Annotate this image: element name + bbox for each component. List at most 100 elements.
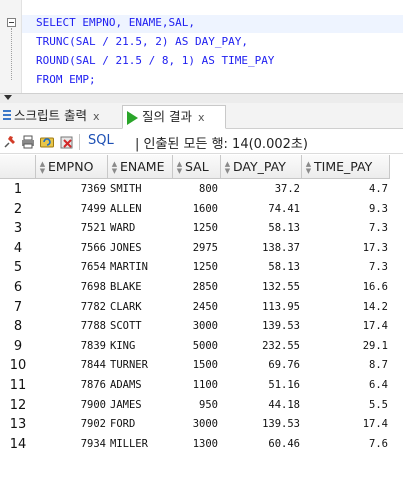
column-header-empno[interactable]: ▲ ▼ EMPNO (36, 155, 108, 179)
cell-day-pay[interactable]: 74.41 (268, 200, 300, 220)
cell-ename[interactable]: KING (110, 337, 135, 357)
column-header-ename[interactable]: ▲ ▼ ENAME (108, 155, 173, 179)
cancel-icon[interactable] (60, 135, 74, 149)
table-row[interactable]: 3 7521 WARD 1250 58.13 7.3 (0, 219, 403, 239)
cell-sal[interactable]: 5000 (193, 337, 218, 357)
cell-ename[interactable]: JONES (110, 239, 142, 259)
cell-sal[interactable]: 1250 (193, 258, 218, 278)
table-row[interactable]: 6 7698 BLAKE 2850 132.55 16.6 (0, 278, 403, 298)
cell-ename[interactable]: MILLER (110, 435, 148, 455)
cell-sal[interactable]: 2975 (193, 239, 218, 259)
cell-day-pay[interactable]: 58.13 (268, 258, 300, 278)
cell-day-pay[interactable]: 69.76 (268, 356, 300, 376)
table-row[interactable]: 9 7839 KING 5000 232.55 29.1 (0, 337, 403, 357)
column-header-sal[interactable]: ▲ ▼ SAL (173, 155, 221, 179)
cell-time-pay[interactable]: 17.3 (363, 239, 388, 259)
cell-ename[interactable]: BLAKE (110, 278, 142, 298)
table-row[interactable]: 11 7876 ADAMS 1100 51.16 6.4 (0, 376, 403, 396)
cell-empno[interactable]: 7521 (81, 219, 106, 239)
cell-empno[interactable]: 7782 (81, 298, 106, 318)
row-number[interactable]: 8 (0, 317, 36, 337)
cell-sal[interactable]: 950 (199, 396, 218, 416)
cell-time-pay[interactable]: 14.2 (363, 298, 388, 318)
cell-ename[interactable]: TURNER (110, 356, 148, 376)
cell-sal[interactable]: 3000 (193, 317, 218, 337)
row-number[interactable]: 6 (0, 278, 36, 298)
cell-day-pay[interactable]: 139.53 (262, 317, 300, 337)
tab-script-output[interactable]: 스크립트 출력 x (0, 105, 121, 129)
cell-ename[interactable]: WARD (110, 219, 135, 239)
row-number[interactable]: 11 (0, 376, 36, 396)
sql-code-line[interactable]: ROUND(SAL / 21.5 / 8, 1) AS TIME_PAY (36, 52, 274, 70)
row-number[interactable]: 12 (0, 396, 36, 416)
sort-icon[interactable]: ▲ ▼ (223, 160, 232, 175)
cell-time-pay[interactable]: 5.5 (369, 396, 388, 416)
cell-sal[interactable]: 2850 (193, 278, 218, 298)
cell-time-pay[interactable]: 16.6 (363, 278, 388, 298)
sql-editor[interactable]: SELECT EMPNO, ENAME,SAL, TRUNC(SAL / 21.5… (0, 0, 403, 93)
row-number[interactable]: 2 (0, 200, 36, 220)
collapse-arrow-icon[interactable] (4, 95, 12, 100)
cell-sal[interactable]: 1500 (193, 356, 218, 376)
cell-empno[interactable]: 7654 (81, 258, 106, 278)
sql-code-line[interactable]: SELECT EMPNO, ENAME,SAL, (36, 14, 195, 32)
cell-day-pay[interactable]: 60.46 (268, 435, 300, 455)
cell-empno[interactable]: 7839 (81, 337, 106, 357)
cell-time-pay[interactable]: 29.1 (363, 337, 388, 357)
cell-time-pay[interactable]: 8.7 (369, 356, 388, 376)
pin-icon[interactable] (3, 135, 17, 149)
cell-empno[interactable]: 7369 (81, 180, 106, 200)
cell-day-pay[interactable]: 138.37 (262, 239, 300, 259)
cell-sal[interactable]: 3000 (193, 415, 218, 435)
sql-code-line[interactable]: TRUNC(SAL / 21.5, 2) AS DAY_PAY, (36, 33, 248, 51)
cell-empno[interactable]: 7566 (81, 239, 106, 259)
table-row[interactable]: 7 7782 CLARK 2450 113.95 14.2 (0, 298, 403, 318)
table-row[interactable]: 5 7654 MARTIN 1250 58.13 7.3 (0, 258, 403, 278)
cell-empno[interactable]: 7788 (81, 317, 106, 337)
refresh-icon[interactable] (40, 135, 54, 149)
fold-icon[interactable] (7, 18, 16, 27)
cell-time-pay[interactable]: 4.7 (369, 180, 388, 200)
sql-code-line[interactable]: FROM EMP; (36, 71, 96, 89)
cell-empno[interactable]: 7900 (81, 396, 106, 416)
cell-ename[interactable]: FORD (110, 415, 135, 435)
row-number[interactable]: 4 (0, 239, 36, 259)
row-number[interactable]: 3 (0, 219, 36, 239)
table-row[interactable]: 8 7788 SCOTT 3000 139.53 17.4 (0, 317, 403, 337)
cell-sal[interactable]: 1100 (193, 376, 218, 396)
table-row[interactable]: 4 7566 JONES 2975 138.37 17.3 (0, 239, 403, 259)
row-number[interactable]: 1 (0, 180, 36, 200)
cell-sal[interactable]: 1600 (193, 200, 218, 220)
cell-time-pay[interactable]: 7.3 (369, 219, 388, 239)
sql-button[interactable]: SQL (88, 133, 114, 148)
cell-empno[interactable]: 7934 (81, 435, 106, 455)
cell-time-pay[interactable]: 17.4 (363, 317, 388, 337)
table-row[interactable]: 10 7844 TURNER 1500 69.76 8.7 (0, 356, 403, 376)
sort-icon[interactable]: ▲ ▼ (304, 160, 313, 175)
cell-ename[interactable]: SCOTT (110, 317, 142, 337)
row-number[interactable]: 5 (0, 258, 36, 278)
close-icon[interactable]: x (93, 110, 100, 123)
cell-empno[interactable]: 7902 (81, 415, 106, 435)
cell-ename[interactable]: ADAMS (110, 376, 142, 396)
column-header-day-pay[interactable]: ▲ ▼ DAY_PAY (221, 155, 302, 179)
cell-ename[interactable]: MARTIN (110, 258, 148, 278)
row-number[interactable]: 13 (0, 415, 36, 435)
row-number[interactable]: 14 (0, 435, 36, 455)
cell-ename[interactable]: ALLEN (110, 200, 142, 220)
table-row[interactable]: 14 7934 MILLER 1300 60.46 7.6 (0, 435, 403, 455)
cell-time-pay[interactable]: 7.6 (369, 435, 388, 455)
cell-day-pay[interactable]: 44.18 (268, 396, 300, 416)
cell-day-pay[interactable]: 58.13 (268, 219, 300, 239)
cell-sal[interactable]: 1250 (193, 219, 218, 239)
tab-query-result[interactable]: 질의 결과 x (122, 105, 226, 129)
sort-icon[interactable]: ▲ ▼ (110, 160, 119, 175)
row-number[interactable]: 7 (0, 298, 36, 318)
row-number[interactable]: 10 (0, 356, 36, 376)
cell-sal[interactable]: 1300 (193, 435, 218, 455)
cell-empno[interactable]: 7698 (81, 278, 106, 298)
cell-sal[interactable]: 800 (199, 180, 218, 200)
cell-day-pay[interactable]: 232.55 (262, 337, 300, 357)
close-icon[interactable]: x (198, 111, 205, 124)
cell-ename[interactable]: SMITH (110, 180, 142, 200)
